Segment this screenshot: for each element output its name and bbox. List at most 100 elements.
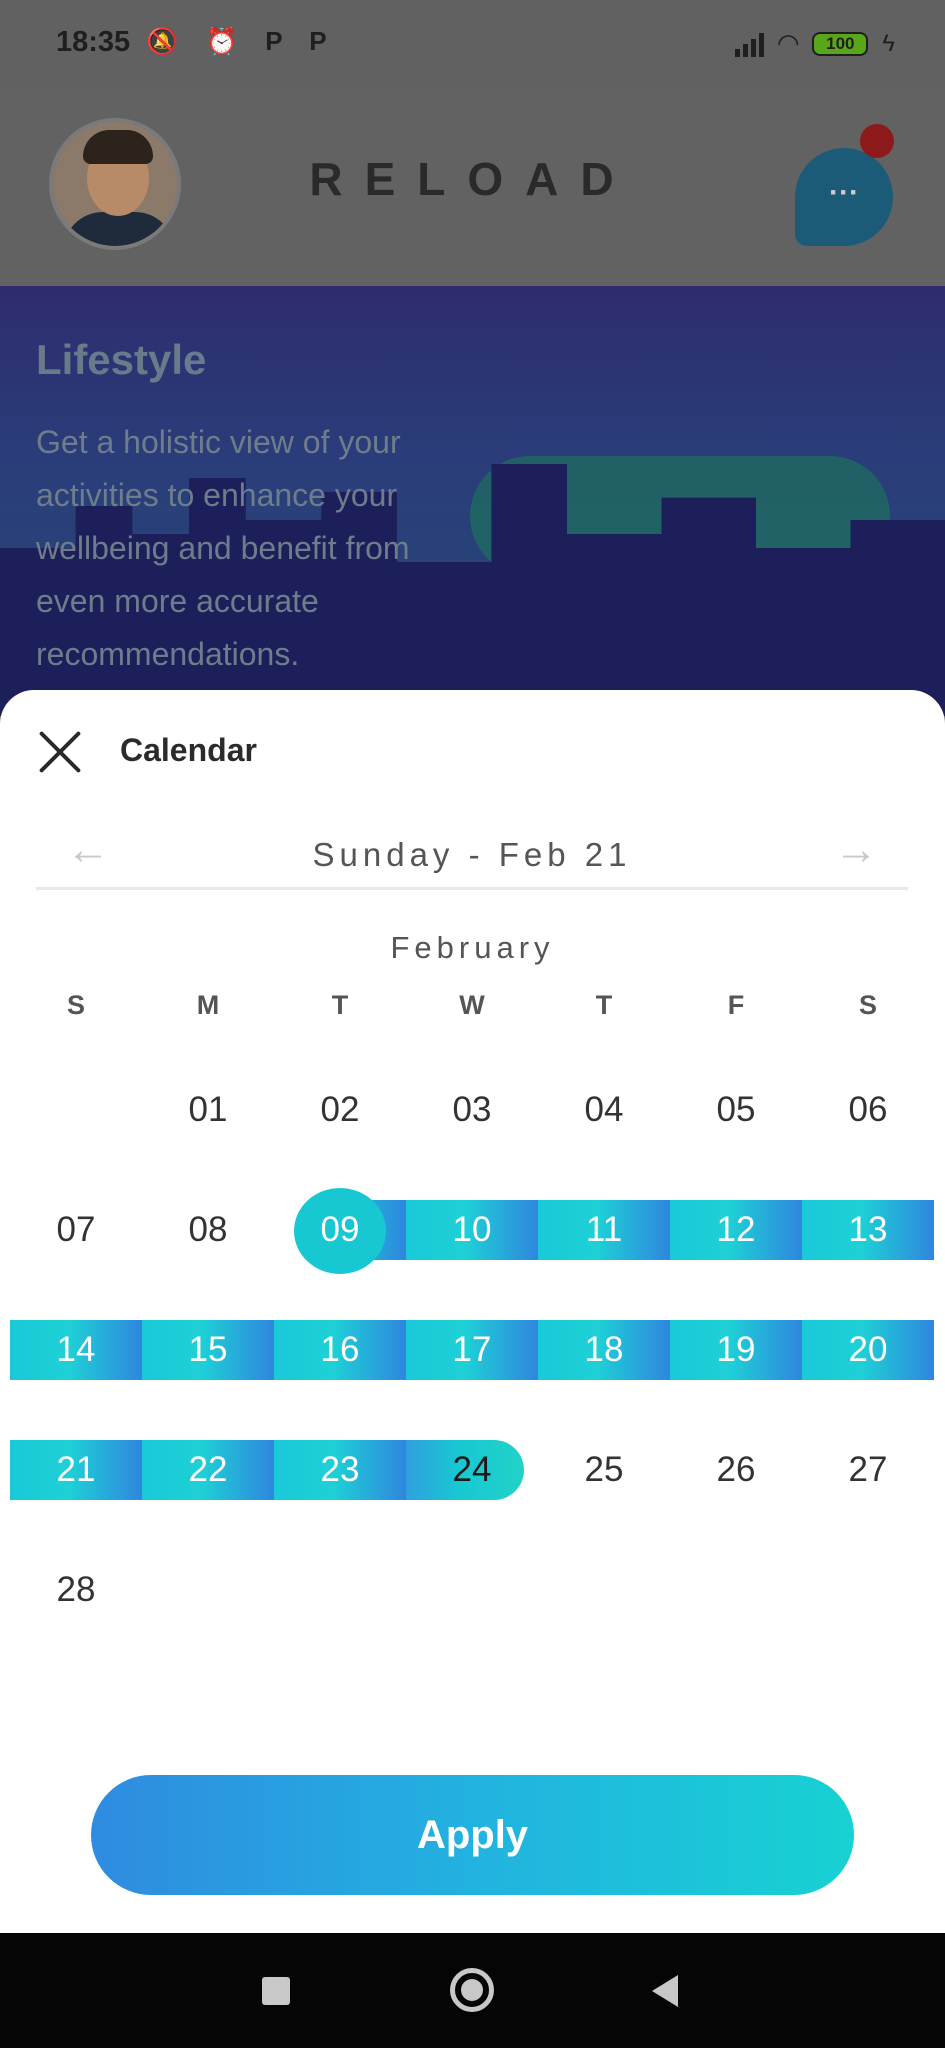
day-number: 24 — [452, 1450, 492, 1489]
calendar-day[interactable]: 13 — [802, 1170, 934, 1290]
day-number: 23 — [320, 1450, 360, 1489]
calendar-day[interactable]: 28 — [10, 1530, 142, 1650]
date-navigator: ← Sunday - Feb 21 → — [36, 820, 908, 890]
day-number: 26 — [716, 1450, 756, 1489]
day-number: 11 — [585, 1210, 623, 1249]
calendar-empty-cell — [142, 1530, 274, 1650]
day-number: 07 — [56, 1210, 96, 1249]
calendar-day[interactable]: 20 — [802, 1290, 934, 1410]
calendar-day[interactable]: 25 — [538, 1410, 670, 1530]
calendar-empty-cell — [538, 1530, 670, 1650]
apply-button[interactable]: Apply — [91, 1775, 854, 1895]
calendar-day[interactable]: 15 — [142, 1290, 274, 1410]
day-number: 09 — [320, 1210, 360, 1249]
app-header: RELOAD ··· — [0, 88, 945, 286]
day-number: 17 — [452, 1330, 492, 1369]
day-number: 03 — [452, 1090, 492, 1129]
calendar-day[interactable]: 07 — [10, 1170, 142, 1290]
day-number: 15 — [188, 1330, 228, 1369]
banner-title: Lifestyle — [36, 336, 207, 383]
recents-icon[interactable] — [262, 1977, 290, 2005]
calendar-day[interactable]: 23 — [274, 1410, 406, 1530]
day-number: 13 — [848, 1210, 888, 1249]
calendar-week-row: 14 15 16 17 18 19 20 — [10, 1290, 934, 1410]
day-number: 02 — [320, 1090, 360, 1129]
battery-icon: 100 — [812, 31, 869, 56]
calendar-day[interactable]: 03 — [406, 1050, 538, 1170]
calendar-day[interactable]: 16 — [274, 1290, 406, 1410]
calendar-day[interactable]: 10 — [406, 1170, 538, 1290]
day-number: 08 — [188, 1210, 228, 1249]
day-number: 18 — [584, 1330, 624, 1369]
calendar-day[interactable]: 17 — [406, 1290, 538, 1410]
calendar-empty-cell — [802, 1530, 934, 1650]
day-number: 22 — [188, 1450, 228, 1489]
day-number: 27 — [848, 1450, 888, 1489]
banner-text: Get a holistic view of your activities t… — [36, 424, 410, 672]
day-number: 14 — [56, 1330, 96, 1369]
calendar-week-row: 07 08 09 10 11 12 13 — [10, 1170, 934, 1290]
weekday-label: T — [595, 990, 613, 1020]
calendar-week-row: 01 02 03 04 05 06 — [10, 1050, 934, 1170]
notification-badge — [860, 124, 894, 158]
calendar-day[interactable]: 21 — [10, 1410, 142, 1530]
day-number: 10 — [452, 1210, 492, 1249]
calendar-week-row: 21 22 23 24 25 26 27 — [10, 1410, 934, 1530]
calendar-sheet: Calendar ← Sunday - Feb 21 → February S … — [0, 690, 945, 1933]
selected-date-label: Sunday - Feb 21 — [312, 836, 632, 873]
calendar-grid: 01 02 03 04 05 06 07 08 09 10 11 12 13 14 15 16 17 18 19 20… — [10, 1050, 934, 1650]
calendar-day[interactable]: 26 — [670, 1410, 802, 1530]
calendar-day[interactable]: 12 — [670, 1170, 802, 1290]
calendar-day[interactable]: 05 — [670, 1050, 802, 1170]
day-number: 12 — [716, 1210, 756, 1249]
calendar-empty-cell — [274, 1530, 406, 1650]
day-number: 04 — [584, 1090, 624, 1129]
lifestyle-banner: Lifestyle Get a holistic view of your ac… — [0, 286, 945, 716]
month-title: February — [390, 930, 555, 965]
calendar-day[interactable]: 14 — [10, 1290, 142, 1410]
weekday-label: W — [459, 990, 485, 1020]
weekday-label: F — [727, 990, 745, 1020]
calendar-day[interactable]: 06 — [802, 1050, 934, 1170]
back-icon[interactable] — [652, 1975, 678, 2007]
calendar-day[interactable]: 01 — [142, 1050, 274, 1170]
notification-icons: 🔕 ⏰ P P — [146, 26, 337, 56]
weekday-label: T — [331, 990, 349, 1020]
day-number: 16 — [320, 1330, 360, 1369]
calendar-day[interactable]: 22 — [142, 1410, 274, 1530]
signal-icon — [735, 31, 765, 57]
status-bar: 18:35 🔕 ⏰ P P ◠ 100 ϟ — [0, 0, 945, 88]
wifi-icon: ◠ — [778, 28, 799, 58]
calendar-day[interactable]: 02 — [274, 1050, 406, 1170]
sheet-title: Calendar — [120, 732, 257, 768]
weekday-header: S M T W T F S — [10, 990, 934, 1021]
system-nav-bar — [0, 1933, 945, 2048]
calendar-day[interactable]: 09 — [274, 1170, 406, 1290]
calendar-day[interactable]: 27 — [802, 1410, 934, 1530]
close-icon[interactable] — [36, 728, 84, 776]
day-number: 05 — [716, 1090, 756, 1129]
home-icon[interactable] — [450, 1968, 494, 2012]
day-number: 01 — [188, 1090, 228, 1129]
weekday-label: S — [858, 990, 877, 1020]
day-number: 25 — [584, 1450, 624, 1489]
calendar-day[interactable]: 04 — [538, 1050, 670, 1170]
arrow-right-icon[interactable]: → — [834, 828, 878, 872]
calendar-day[interactable]: 08 — [142, 1170, 274, 1290]
calendar-day[interactable]: 24 — [406, 1410, 538, 1530]
calendar-week-row: 28 — [10, 1530, 934, 1650]
day-number: 20 — [848, 1330, 888, 1369]
day-number: 21 — [56, 1450, 96, 1489]
calendar-empty-cell — [406, 1530, 538, 1650]
day-number: 28 — [56, 1570, 96, 1609]
status-time: 18:35 — [56, 26, 131, 58]
calendar-day[interactable]: 11 — [538, 1170, 670, 1290]
calendar-day[interactable]: 19 — [670, 1290, 802, 1410]
status-right: ◠ 100 ϟ — [735, 28, 895, 59]
calendar-empty-cell — [670, 1530, 802, 1650]
calendar-day[interactable]: 18 — [538, 1290, 670, 1410]
chat-icon[interactable]: ··· — [795, 148, 893, 246]
day-number: 06 — [848, 1090, 888, 1129]
day-number: 19 — [716, 1330, 756, 1369]
weekday-label: S — [66, 990, 85, 1020]
